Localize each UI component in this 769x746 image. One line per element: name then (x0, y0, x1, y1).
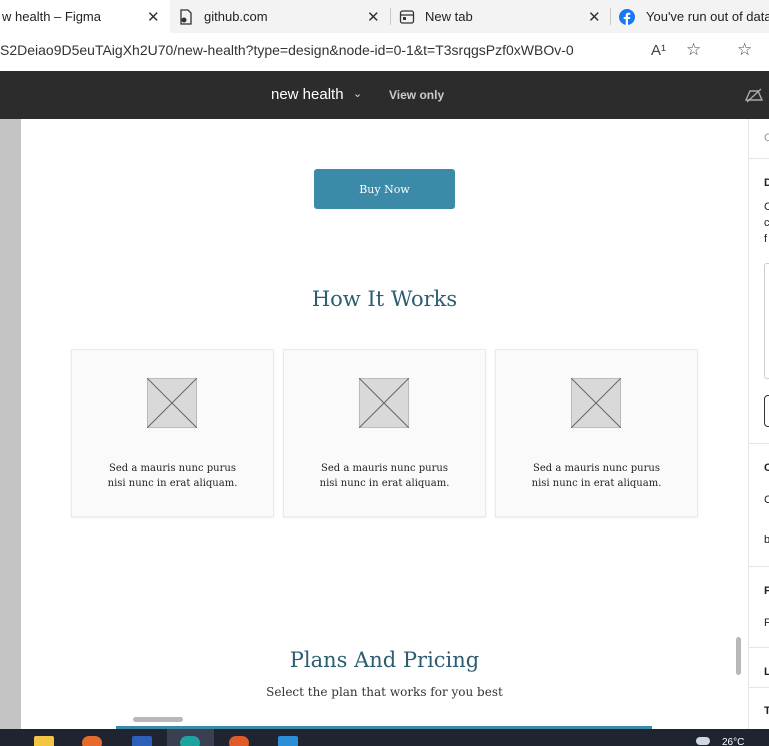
tab-github[interactable]: github.com ✕ (172, 0, 390, 33)
panel-letter: T (764, 705, 769, 717)
panel-divider (749, 443, 769, 444)
how-card: Sed a mauris nunc purus nisi nunc in era… (71, 349, 274, 517)
panel-letter: C (764, 201, 769, 213)
panel-letter: b (764, 534, 769, 546)
panel-divider (749, 647, 769, 648)
panel-letter: c (764, 217, 769, 229)
design-canvas[interactable]: Buy Now How It Works Sed a mauris nunc p… (21, 119, 748, 729)
card-text-line: Sed a mauris nunc purus (109, 463, 236, 474)
panel-button[interactable] (764, 395, 769, 427)
properties-panel: C D C c f C C b F F L T (748, 119, 769, 729)
browser-tab-bar: w health – Figma ✕ github.com ✕ New tab … (0, 0, 769, 33)
panel-letter: F (764, 585, 769, 597)
image-placeholder-icon (147, 378, 197, 428)
view-only-badge: View only (389, 88, 445, 102)
image-placeholder-icon (571, 378, 621, 428)
tab-new[interactable]: New tab ✕ (392, 0, 610, 33)
canvas-gutter (0, 119, 21, 729)
ubuntu-icon[interactable] (229, 736, 249, 746)
card-text-line: nisi nunc in erat aliquam. (107, 478, 238, 489)
windows-taskbar: 26°C (0, 729, 769, 746)
tab-github-label: github.com (204, 9, 268, 24)
read-aloud-icon[interactable]: A¹ (651, 42, 666, 59)
tab-separator (390, 8, 391, 25)
figma-toolbar: new health ⌄ View only (0, 71, 769, 119)
chevron-down-icon[interactable]: ⌄ (353, 87, 362, 100)
vscode-icon[interactable] (278, 736, 298, 746)
facebook-icon (619, 9, 635, 25)
image-placeholder-icon (359, 378, 409, 428)
edge-icon[interactable] (180, 736, 200, 746)
horizontal-scrollbar[interactable] (133, 717, 183, 722)
url-field[interactable]: S2Deiao9D5euTAigXh2U70/new-health?type=d… (0, 42, 574, 58)
hide-ui-icon[interactable] (744, 86, 764, 104)
tab-new-label: New tab (425, 9, 473, 24)
panel-letter: D (764, 177, 769, 189)
weather-temperature[interactable]: 26°C (722, 737, 744, 746)
vertical-scrollbar[interactable] (736, 637, 741, 675)
new-tab-page-icon (399, 10, 415, 24)
weather-icon[interactable] (696, 737, 710, 745)
card-text-line: nisi nunc in erat aliquam. (531, 478, 662, 489)
panel-letter: C (764, 132, 769, 144)
panel-box (764, 263, 769, 379)
how-it-works-heading: How It Works (311, 287, 458, 311)
add-favorite-icon[interactable]: ☆ (686, 40, 701, 60)
how-card: Sed a mauris nunc purus nisi nunc in era… (283, 349, 486, 517)
tab-figma[interactable]: w health – Figma ✕ (0, 0, 170, 33)
tab-separator (610, 8, 611, 25)
buy-now-button[interactable]: Buy Now (314, 169, 455, 209)
tab-facebook[interactable]: You've run out of data. (612, 0, 769, 33)
how-card: Sed a mauris nunc purus nisi nunc in era… (495, 349, 698, 517)
file-explorer-icon[interactable] (34, 736, 54, 746)
page-icon (180, 9, 192, 25)
panel-divider (749, 158, 769, 159)
close-tab-icon[interactable]: ✕ (588, 8, 601, 26)
plans-subtitle: Select the plan that works for you best (266, 685, 503, 699)
panel-letter: F (764, 617, 769, 629)
favorites-icon[interactable]: ☆ (737, 40, 752, 60)
tab-figma-label: w health – Figma (2, 9, 101, 24)
panel-divider (749, 687, 769, 688)
card-text-line: Sed a mauris nunc purus (533, 463, 660, 474)
card-text-line: Sed a mauris nunc purus (321, 463, 448, 474)
panel-letter: f (764, 233, 768, 245)
address-bar: S2Deiao9D5euTAigXh2U70/new-health?type=d… (0, 33, 769, 72)
card-text: Sed a mauris nunc purus nisi nunc in era… (496, 461, 697, 491)
tab-facebook-label: You've run out of data. (646, 9, 769, 24)
close-tab-icon[interactable]: ✕ (147, 8, 160, 26)
file-name[interactable]: new health (271, 86, 344, 103)
panel-letter: C (764, 494, 769, 506)
word-icon[interactable] (132, 736, 152, 746)
card-text-line: nisi nunc in erat aliquam. (319, 478, 450, 489)
plans-pricing-heading: Plans And Pricing (289, 648, 480, 672)
panel-letter: C (764, 462, 769, 474)
close-tab-icon[interactable]: ✕ (367, 8, 380, 26)
panel-divider (749, 566, 769, 567)
panel-letter: L (764, 666, 769, 678)
firefox-icon[interactable] (82, 736, 102, 746)
card-text: Sed a mauris nunc purus nisi nunc in era… (284, 461, 485, 491)
card-text: Sed a mauris nunc purus nisi nunc in era… (72, 461, 273, 491)
